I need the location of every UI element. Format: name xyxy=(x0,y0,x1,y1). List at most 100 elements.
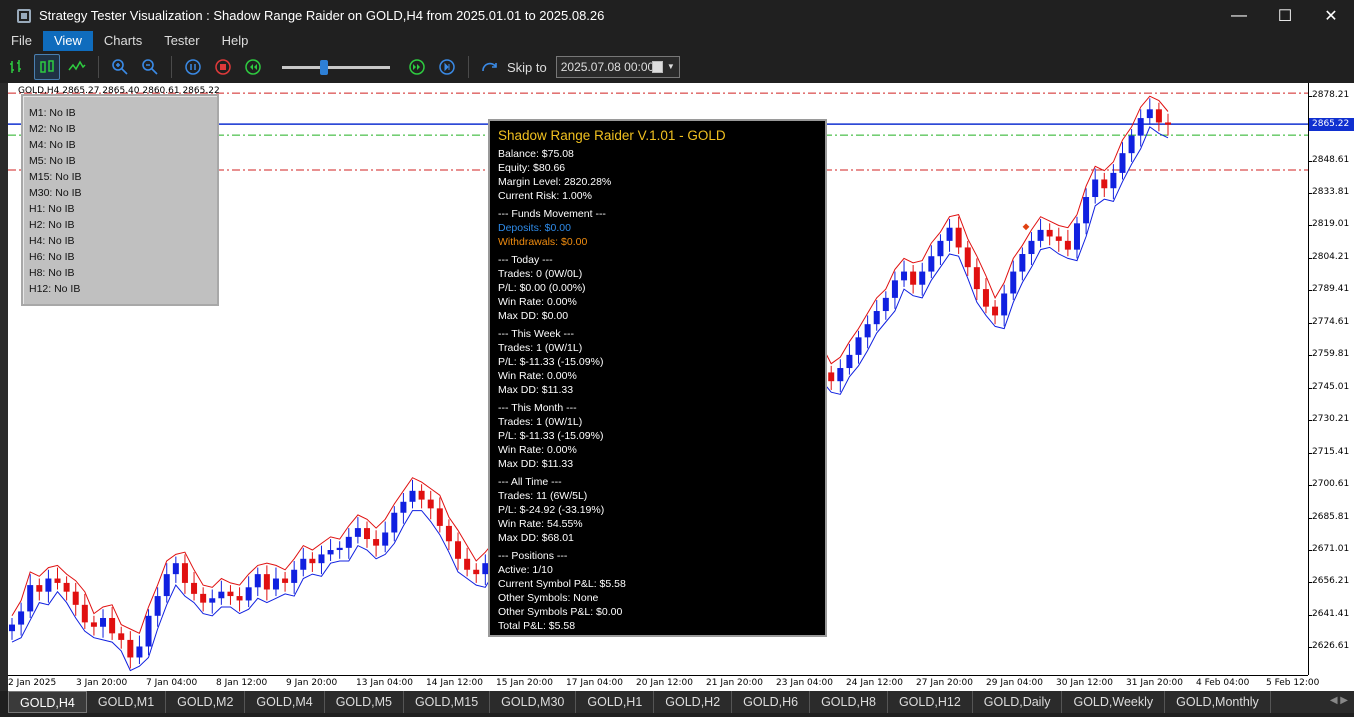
candle-body xyxy=(36,585,43,592)
chart-tab[interactable]: GOLD,Weekly xyxy=(1062,691,1166,713)
chart-tab[interactable]: GOLD,H1 xyxy=(576,691,655,713)
chart-tab[interactable]: GOLD,H8 xyxy=(810,691,888,713)
chart-tab[interactable]: GOLD,Monthly xyxy=(1165,691,1271,713)
skip-to-date-value: 2025.07.08 00:00 xyxy=(560,60,655,74)
candle-body xyxy=(154,596,161,616)
speed-slider[interactable] xyxy=(282,54,390,80)
candle-body xyxy=(864,324,871,338)
stats-today-maxdd: Max DD: $0.00 xyxy=(498,310,569,322)
chart-tab[interactable]: GOLD,M30 xyxy=(490,691,577,713)
stats-other-symbols-pl: Other Symbols P&L: $0.00 xyxy=(498,606,623,618)
zoom-in-icon[interactable] xyxy=(107,54,133,80)
stats-today-pl: P/L: $0.00 (0.00%) xyxy=(498,282,586,294)
menu-view[interactable]: View xyxy=(42,31,93,51)
candle-body xyxy=(309,558,316,564)
speed-up-icon[interactable] xyxy=(404,54,430,80)
candle-body xyxy=(1137,118,1144,136)
candle-body xyxy=(937,240,944,257)
tab-scroll-arrows[interactable]: ◀ ▶ xyxy=(1330,695,1348,706)
step-icon[interactable] xyxy=(434,54,460,80)
stats-today-header: --- Today --- xyxy=(498,254,553,266)
time-label: 4 Feb 04:00 xyxy=(1196,678,1250,688)
candle-body xyxy=(1001,293,1008,316)
minimize-button[interactable]: — xyxy=(1216,0,1262,31)
chart-tab[interactable]: GOLD,H12 xyxy=(888,691,973,713)
candle-body xyxy=(373,539,380,546)
calendar-icon[interactable] xyxy=(651,61,663,73)
menu-tester[interactable]: Tester xyxy=(153,31,210,51)
menu-help[interactable]: Help xyxy=(211,31,260,51)
stats-alltime-winrate: Win Rate: 54.55% xyxy=(498,518,583,530)
candle-body xyxy=(400,501,407,513)
menu-charts[interactable]: Charts xyxy=(93,31,153,51)
line-chart-icon[interactable] xyxy=(64,54,90,80)
time-label: 14 Jan 12:00 xyxy=(426,678,483,688)
chart-tab[interactable]: GOLD,Daily xyxy=(973,691,1063,713)
chart-tab[interactable]: GOLD,M4 xyxy=(245,691,325,713)
price-label: 2641.41 xyxy=(1312,608,1350,619)
close-button[interactable]: ✕ xyxy=(1308,0,1354,31)
candle-body xyxy=(227,591,234,597)
price-label: 2685.81 xyxy=(1312,511,1350,522)
ib-row: M30: No IB xyxy=(29,187,82,199)
chart-tab[interactable]: GOLD,H4 xyxy=(8,691,87,713)
slow-down-icon[interactable] xyxy=(240,54,266,80)
stop-icon[interactable] xyxy=(210,54,236,80)
stats-current-symbol-pl: Current Symbol P&L: $5.58 xyxy=(498,578,626,590)
price-label: 2804.21 xyxy=(1312,251,1350,262)
skip-to-icon[interactable] xyxy=(477,54,503,80)
status-bar xyxy=(0,713,1354,717)
time-label: 23 Jan 04:00 xyxy=(776,678,833,688)
sell-marker xyxy=(1021,222,1031,232)
candle-body xyxy=(982,289,989,307)
stats-week-maxdd: Max DD: $11.33 xyxy=(498,384,574,396)
candle-body xyxy=(873,311,880,325)
left-dock-strip xyxy=(0,83,8,691)
candle-body xyxy=(1101,179,1108,189)
price-chart[interactable]: GOLD,H4 2865.27 2865.40 2860.61 2865.22 … xyxy=(8,83,1354,691)
candle-body xyxy=(837,368,844,382)
candle-body xyxy=(345,536,352,548)
candle-body xyxy=(1110,172,1117,189)
price-axis[interactable]: 2865.22 2878.21 2848.61 2833.81 2819.01 2804… xyxy=(1308,83,1354,675)
candle-body xyxy=(282,578,289,583)
time-label: 24 Jan 12:00 xyxy=(846,678,903,688)
price-label: 2700.61 xyxy=(1312,479,1350,490)
price-label: 2671.01 xyxy=(1312,544,1350,554)
maximize-button[interactable]: ☐ xyxy=(1262,0,1308,31)
chart-tab[interactable]: GOLD,M1 xyxy=(87,691,167,713)
chart-tab[interactable]: GOLD,M5 xyxy=(325,691,404,713)
stats-week-trades: Trades: 1 (0W/1L) xyxy=(498,342,583,354)
candle-body xyxy=(1128,135,1135,154)
candle-body xyxy=(828,372,835,382)
candle-body xyxy=(964,247,971,268)
candlestick-icon[interactable] xyxy=(34,54,60,80)
speed-slider-handle[interactable] xyxy=(320,60,328,75)
stats-week-pl: P/L: $-11.33 (-15.09%) xyxy=(498,356,604,368)
bar-chart-icon[interactable] xyxy=(4,54,30,80)
candle-body xyxy=(145,615,152,647)
chart-tab[interactable]: GOLD,M15 xyxy=(404,691,491,713)
pause-icon[interactable] xyxy=(180,54,206,80)
price-label: 2774.61 xyxy=(1312,316,1350,327)
stats-month-pl: P/L: $-11.33 (-15.09%) xyxy=(498,430,604,442)
candle-body xyxy=(200,593,207,603)
stats-positions-header: --- Positions --- xyxy=(498,550,568,562)
candle-body xyxy=(846,354,853,369)
stats-equity: Equity: $80.66 xyxy=(498,162,566,174)
skip-to-date-input[interactable]: 2025.07.08 00:00 ▼ xyxy=(555,56,680,78)
chart-tab[interactable]: GOLD,H6 xyxy=(732,691,811,713)
stats-total-pl: Total P&L: $5.58 xyxy=(498,620,576,632)
stats-alltime-trades: Trades: 11 (6W/5L) xyxy=(498,490,588,502)
zoom-out-icon[interactable] xyxy=(137,54,163,80)
chevron-down-icon[interactable]: ▼ xyxy=(667,62,675,71)
time-axis[interactable]: 2 Jan 2025 3 Jan 20:00 7 Jan 04:00 8 Jan 12… xyxy=(8,675,1319,691)
time-label: 2 Jan 2025 xyxy=(8,678,57,688)
price-label: 2759.81 xyxy=(1312,349,1350,360)
chart-tab[interactable]: GOLD,M2 xyxy=(166,691,246,713)
stats-deposits: Deposits: $0.00 xyxy=(498,222,571,234)
menu-file[interactable]: File xyxy=(0,31,43,51)
chart-tab[interactable]: GOLD,H2 xyxy=(654,691,733,713)
stats-positions-active: Active: 1/10 xyxy=(498,564,553,576)
candle-body xyxy=(363,528,370,540)
